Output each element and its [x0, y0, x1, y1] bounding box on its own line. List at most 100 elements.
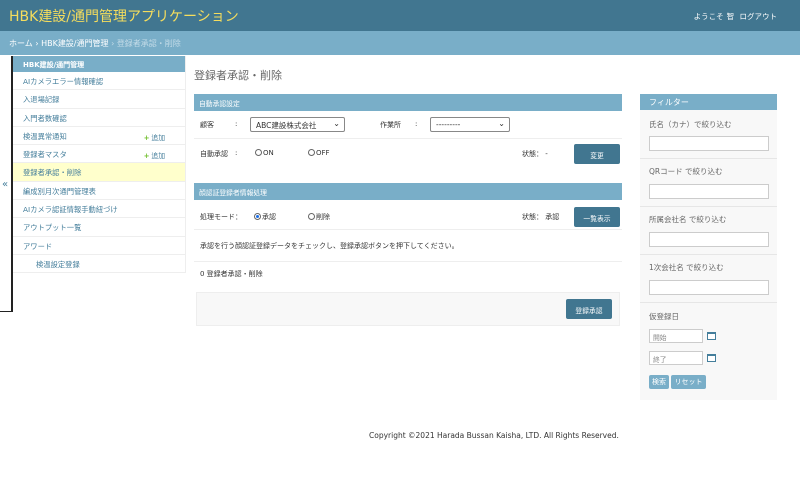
- sidebar-item-label: 検温設定登録: [36, 259, 80, 269]
- sidebar-item-monthly-gate-report[interactable]: 編成別月次通門管理表: [13, 182, 185, 201]
- breadcrumb: ホーム › HBK建設/通門管理 › 登録者承認・削除: [0, 31, 800, 55]
- approve-option[interactable]: 承認: [254, 212, 276, 222]
- auto-approval-colon: :: [235, 149, 238, 157]
- page-title: 登録者承認・削除: [194, 69, 282, 82]
- sidebar-item-label: アウトプット一覧: [23, 223, 82, 233]
- plus-icon: +: [143, 133, 150, 142]
- breadcrumb-home[interactable]: ホーム: [9, 39, 33, 48]
- add-link-label: 追加: [151, 152, 165, 161]
- radio-on[interactable]: [255, 149, 262, 156]
- sidebar-item-registrant-master[interactable]: 登録者マスタ + 追加: [13, 145, 185, 164]
- sidebar-item-output-list[interactable]: アウトプット一覧: [13, 218, 185, 237]
- auto-status: 状態： -: [522, 149, 548, 159]
- site-colon: :: [415, 120, 418, 128]
- calendar-icon[interactable]: [707, 332, 716, 340]
- header-bar: HBK建設/通門管理アプリケーション ようこそ智 ログアウト: [0, 0, 800, 31]
- instruction-text: 承認を行う顔認証登録データをチェックし、登録承認ボタンを押下してください。: [200, 242, 459, 250]
- processing-status: 状態： 承認: [522, 212, 559, 222]
- collapse-sidebar-icon[interactable]: «: [2, 179, 8, 190]
- sidebar-item-entry-records[interactable]: 入退場記録: [13, 90, 185, 109]
- start-date-input[interactable]: 開始: [649, 329, 703, 343]
- sidebar-heading[interactable]: HBK建設/通門管理: [13, 56, 185, 72]
- sidebar-item-registrant-approval[interactable]: 登録者承認・削除: [13, 163, 185, 182]
- processing-status-value: 承認: [545, 213, 560, 221]
- result-count: 0 登録者承認・削除: [200, 270, 263, 278]
- primary-company-filter-input[interactable]: [649, 280, 769, 295]
- sidebar-item-label: 登録者承認・削除: [23, 168, 82, 178]
- register-approval-button[interactable]: 登録承認: [566, 299, 612, 319]
- sidebar-item-temperature-settings[interactable]: 検温設定登録: [13, 255, 185, 274]
- qr-filter-label: QRコード で絞り込む: [649, 167, 723, 176]
- add-link-label: 追加: [151, 133, 165, 142]
- filter-heading: フィルター: [640, 94, 777, 110]
- user-name: 智: [726, 12, 735, 21]
- sidebar-item-entrant-count[interactable]: 入門者数確認: [13, 109, 185, 127]
- breadcrumb-app[interactable]: HBK建設/通門管理: [41, 39, 108, 48]
- mode-label: 処理モード：: [200, 213, 242, 221]
- auto-on-label: ON: [263, 149, 274, 157]
- chevron-down-icon: ⌄: [333, 119, 340, 128]
- sidebar-item-temperature-alerts[interactable]: 検温異常通知 + 追加: [13, 127, 185, 146]
- qr-filter-input[interactable]: [649, 184, 769, 199]
- change-button[interactable]: 変更: [574, 144, 620, 164]
- result-count-row: 0 登録者承認・削除: [194, 262, 622, 286]
- auto-approval-panel: 自動承認設定 顧客 : ABC建設株式会社 ⌄ 作業所 : --------- …: [194, 94, 622, 169]
- auto-approval-heading: 自動承認設定: [194, 94, 622, 111]
- calendar-icon[interactable]: [707, 354, 716, 362]
- sidebar-item-ai-camera-manual-link[interactable]: AIカメラ認証情報手動紐づけ: [13, 200, 185, 219]
- primary-company-filter-label: 1次会社名 で絞り込む: [649, 263, 724, 272]
- filter-divider: [640, 206, 777, 207]
- customer-colon: :: [235, 120, 238, 128]
- breadcrumb-separator: ›: [111, 39, 115, 48]
- chevron-down-icon: ⌄: [498, 119, 505, 128]
- add-link[interactable]: + 追加: [144, 132, 165, 142]
- company-filter-label: 所属会社名 で絞り込む: [649, 215, 727, 224]
- user-tools: ようこそ智 ログアウト: [691, 11, 777, 22]
- breadcrumb-current: 登録者承認・削除: [116, 39, 181, 48]
- customer-select[interactable]: ABC建設株式会社 ⌄: [250, 117, 345, 132]
- sidebar: HBK建設/通門管理 AIカメラエラー情報確認 入退場記録 入門者数確認 検温異…: [13, 56, 186, 274]
- sidebar-item-label: AIカメラエラー情報確認: [23, 77, 104, 86]
- breadcrumb-separator: ›: [35, 39, 39, 48]
- customer-row: 顧客 : ABC建設株式会社 ⌄ 作業所 : --------- ⌄: [194, 111, 622, 139]
- auto-approval-label: 自動承認: [200, 150, 228, 158]
- search-button[interactable]: 検索: [649, 375, 669, 389]
- filter-divider: [640, 158, 777, 159]
- date-filter-label: 仮登録日: [649, 312, 679, 321]
- auto-on-option[interactable]: ON: [255, 149, 274, 157]
- customer-select-value: ABC建設株式会社: [256, 121, 317, 130]
- sidebar-item-label: 入門者数確認: [23, 113, 67, 123]
- auto-off-option[interactable]: OFF: [308, 149, 330, 157]
- face-processing-heading: 顔認証登録者情報処理: [194, 183, 622, 200]
- sidebar-item-award[interactable]: アワード: [13, 237, 185, 255]
- sidebar-item-ai-camera-errors[interactable]: AIカメラエラー情報確認: [13, 72, 185, 91]
- radio-off[interactable]: [308, 149, 315, 156]
- site-label: 作業所: [380, 121, 401, 129]
- filter-divider: [640, 254, 777, 255]
- site-select[interactable]: --------- ⌄: [430, 117, 510, 132]
- company-filter-input[interactable]: [649, 232, 769, 247]
- delete-option[interactable]: 削除: [308, 212, 330, 222]
- end-date-input[interactable]: 終了: [649, 351, 703, 365]
- list-view-button[interactable]: 一覧表示: [574, 207, 620, 227]
- submit-row: 登録承認: [196, 292, 620, 326]
- instruction-row: 承認を行う顔認証登録データをチェックし、登録承認ボタンを押下してください。: [194, 230, 622, 262]
- radio-delete[interactable]: [308, 213, 315, 220]
- delete-label: 削除: [316, 213, 330, 221]
- filter-divider: [640, 302, 777, 303]
- sidebar-item-label: 編成別月次通門管理表: [23, 186, 96, 196]
- kana-filter-input[interactable]: [649, 136, 769, 151]
- reset-button[interactable]: リセット: [671, 375, 706, 389]
- approve-label: 承認: [262, 213, 276, 221]
- logout-link[interactable]: ログアウト: [740, 12, 778, 21]
- sidebar-item-label: 登録者マスタ: [23, 150, 67, 160]
- processing-status-label: 状態：: [522, 213, 543, 221]
- sidebar-item-label: アワード: [23, 241, 53, 251]
- auto-off-label: OFF: [316, 149, 330, 157]
- sidebar-item-label: 検温異常通知: [23, 131, 67, 141]
- app-title[interactable]: HBK建設/通門管理アプリケーション: [9, 6, 239, 26]
- add-link[interactable]: + 追加: [144, 150, 165, 160]
- nav-border-tick: [0, 311, 13, 312]
- plus-icon: +: [143, 152, 150, 161]
- radio-approve[interactable]: [254, 213, 261, 220]
